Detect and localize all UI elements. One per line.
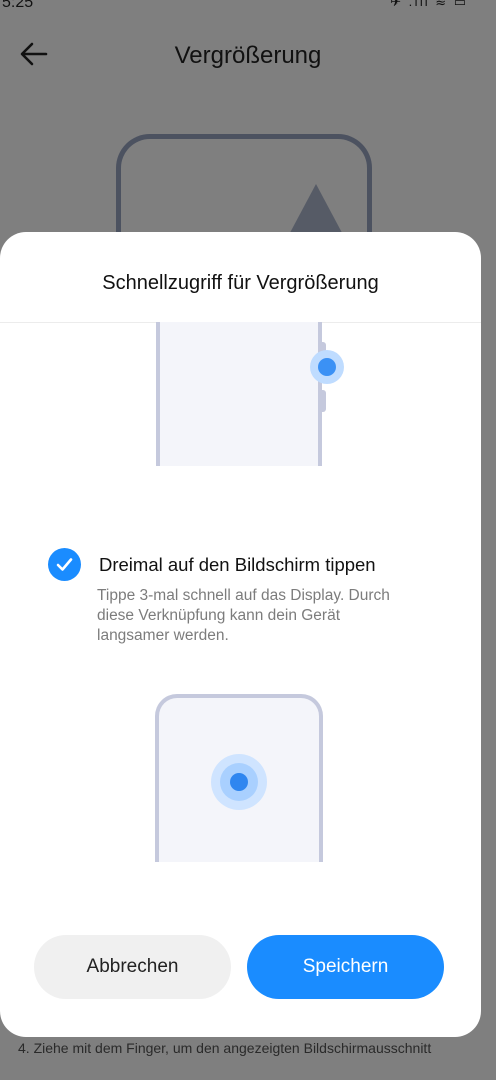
phone-screen (156, 322, 322, 466)
triple-tap-illustration (155, 694, 323, 862)
tap-indicator-dot (318, 358, 336, 376)
top-app-bar: Vergrößerung (0, 22, 496, 86)
tap-indicator-dot (230, 773, 248, 791)
status-time: 5:25 (2, 0, 34, 11)
page-title: Vergrößerung (174, 42, 322, 69)
side-button-illustration (156, 322, 344, 466)
save-button[interactable]: Speichern (247, 935, 444, 999)
instruction-text: 4. Ziehe mit dem Finger, um den angezeig… (18, 1040, 432, 1056)
shortcut-dialog: Schnellzugriff für Vergrößerung Dreimal … (0, 232, 481, 1037)
status-bar: 5:25 ✈ .ıll ≋ ▭ (0, 0, 496, 14)
dialog-title: Schnellzugriff für Vergrößerung (102, 272, 379, 294)
checkbox-checked-icon[interactable] (48, 548, 81, 581)
status-icons: ✈ .ıll ≋ ▭ (390, 0, 468, 9)
cancel-button[interactable]: Abbrechen (34, 935, 231, 999)
phone-side-button (320, 390, 326, 412)
option-label: Dreimal auf den Bildschirm tippen (99, 554, 376, 575)
option-description: Tippe 3-mal schnell auf das Display. Dur… (97, 587, 390, 644)
